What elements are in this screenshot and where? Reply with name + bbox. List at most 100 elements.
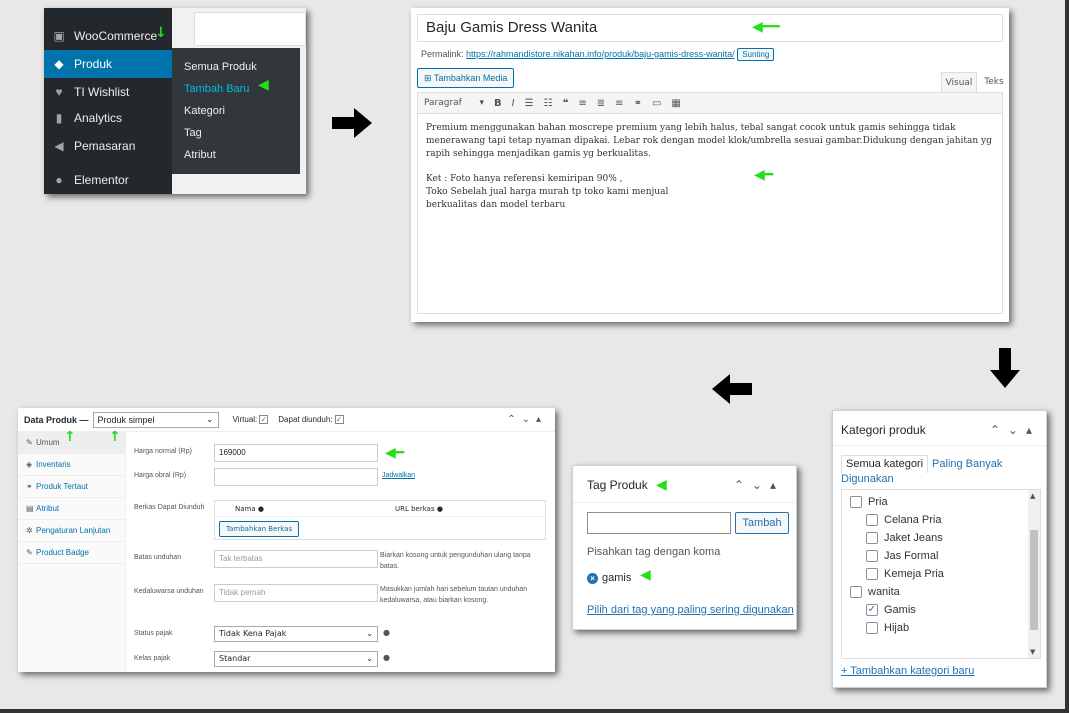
wrench-icon: ✎ (26, 548, 33, 557)
chevron-down-icon: ⌄ (205, 414, 214, 424)
help-icon: ● (257, 504, 264, 513)
tax-class-select[interactable]: Standar ⌄ (214, 651, 378, 667)
product-title-input[interactable]: Baju Gamis Dress Wanita (417, 14, 1003, 42)
category-item[interactable]: Kemeja Pria (866, 568, 944, 580)
menu-pemasaran[interactable]: ◀ Pemasaran (44, 132, 172, 160)
green-arrow-left-icon: ◀━ (754, 167, 774, 183)
editor-content[interactable]: Premium menggunakan bahan moscrepe premi… (417, 114, 1003, 314)
align-center-icon[interactable]: ≣ (597, 98, 605, 109)
submenu-tambah-baru[interactable]: Tambah Baru (172, 78, 300, 100)
tab-produk-tertaut[interactable]: ⚭ Produk Tertaut (18, 476, 125, 498)
blockquote-icon[interactable]: ❝ (563, 98, 569, 109)
category-checkbox[interactable] (866, 622, 878, 634)
tax-status-select[interactable]: Tidak Kena Pajak ⌄ (214, 626, 378, 642)
edit-permalink-button[interactable]: Sunting (737, 48, 775, 61)
downloadable-files-table: Nama ● URL berkas ● Tambahkan Berkas (214, 500, 546, 540)
tab-text[interactable]: Teks (981, 72, 1007, 92)
categories-title: Kategori produk (841, 423, 926, 437)
tab-visual[interactable]: Visual (941, 72, 977, 92)
category-checkbox[interactable]: ✓ (866, 604, 878, 616)
downloadable-checkbox[interactable]: ✓ (334, 415, 344, 424)
category-item[interactable]: wanita (850, 586, 900, 598)
category-item[interactable]: Pria (850, 496, 888, 508)
tab-pengaturan-lanjutan[interactable]: ✲ Pengaturan Lanjutan (18, 520, 125, 542)
menu-ti-wishlist[interactable]: ♥ TI Wishlist (44, 78, 172, 106)
tag-input[interactable] (587, 512, 731, 534)
bar-chart-icon: ▮ (55, 111, 63, 125)
category-item[interactable]: ✓ Gamis (866, 604, 916, 616)
megaphone-icon: ◀ (54, 139, 64, 153)
tag-item: × gamis (587, 572, 631, 584)
format-select[interactable]: Paragraf ▾ (424, 98, 484, 108)
category-checkbox[interactable] (850, 496, 862, 508)
tab-all-categories[interactable]: Semua kategori (841, 455, 929, 473)
submenu-kategori[interactable]: Kategori (172, 100, 300, 122)
arrow-down-icon (990, 348, 1020, 388)
submenu-atribut[interactable]: Atribut (172, 144, 300, 166)
sale-price-input[interactable] (214, 468, 378, 486)
scrollbar[interactable]: ▲ ▼ (1028, 490, 1040, 658)
bullet-list-icon[interactable]: ☰ (525, 98, 534, 109)
heart-icon: ♥ (55, 85, 63, 99)
category-item[interactable]: Jas Formal (866, 550, 938, 562)
list-icon: ▤ (26, 504, 34, 513)
tags-title: Tag Produk (587, 478, 648, 492)
link-icon: ⚭ (26, 482, 33, 491)
category-checkbox[interactable] (866, 532, 878, 544)
italic-icon[interactable]: I (512, 98, 515, 109)
help-icon: ● (383, 628, 390, 637)
toolbar-toggle-icon[interactable]: ▦ (671, 98, 680, 109)
category-item[interactable]: Jaket Jeans (866, 532, 943, 544)
scroll-down-icon[interactable]: ▼ (1030, 648, 1035, 656)
panel-tools[interactable]: ⌃⌄▴ (734, 478, 784, 492)
regular-price-input[interactable]: 169000 (214, 444, 378, 462)
download-limit-input[interactable]: Tak terbatas (214, 550, 378, 568)
bold-icon[interactable]: B (494, 98, 502, 109)
product-type-select[interactable]: Produk simpel ⌄ (92, 411, 219, 428)
permalink-link[interactable]: https://rahmandistore.nikahan.info/produ… (466, 49, 735, 59)
chevron-down-icon: ⌄ (366, 629, 373, 638)
green-arrow-up-icon: ↑ (64, 429, 76, 445)
download-expiry-input[interactable]: Tidak pernah (214, 584, 378, 602)
numbered-list-icon[interactable]: ☷ (544, 98, 553, 109)
submenu-tag[interactable]: Tag (172, 122, 300, 144)
editor-toolbar: Paragraf ▾ B I ☰ ☷ ❝ ≡ ≣ ≡ ⚭ ▭ ▦ (417, 92, 1003, 114)
link-icon[interactable]: ⚭ (634, 98, 642, 109)
add-file-button[interactable]: Tambahkan Berkas (219, 521, 300, 537)
align-left-icon[interactable]: ≡ (578, 98, 586, 109)
gear-icon: ✲ (26, 526, 33, 535)
product-data-panel: Data Produk — Produk simpel ⌄ Virtual: ✓ D… (18, 408, 555, 672)
panel-tools[interactable]: ⌃⌄▴ (990, 423, 1040, 437)
submenu-semua-produk[interactable]: Semua Produk (172, 56, 300, 78)
add-category-link[interactable]: + Tambahkan kategori baru (841, 665, 974, 677)
menu-produk[interactable]: ◆ Produk (44, 50, 172, 78)
woo-icon: ▣ (53, 29, 65, 43)
add-media-button[interactable]: ⊞ Tambahkan Media (417, 68, 515, 88)
menu-elementor[interactable]: ● Elementor (44, 166, 172, 194)
category-checkbox[interactable] (866, 568, 878, 580)
choose-popular-tags-link[interactable]: Pilih dari tag yang paling sering diguna… (587, 604, 794, 616)
elementor-icon: ● (55, 173, 63, 187)
menu-woocommerce[interactable]: ▣ WooCommerce (44, 22, 172, 50)
scroll-up-icon[interactable]: ▲ (1030, 492, 1035, 500)
help-icon: ● (436, 504, 443, 513)
virtual-checkbox[interactable]: ✓ (259, 415, 269, 424)
product-data-tabs: ✎ Umum ◈ Inventaris ⚭ Produk Tertaut ▤ Atrib… (18, 432, 126, 672)
category-checkbox[interactable] (850, 586, 862, 598)
tab-inventaris[interactable]: ◈ Inventaris (18, 454, 125, 476)
category-item[interactable]: Celana Pria (866, 514, 941, 526)
tab-atribut[interactable]: ▤ Atribut (18, 498, 125, 520)
align-right-icon[interactable]: ≡ (615, 98, 623, 109)
wrench-icon: ✎ (26, 438, 33, 447)
product-tags-panel: Tag Produk ⌃⌄▴ Tambah Pisahkan tag denga… (572, 465, 797, 630)
category-checkbox[interactable] (866, 514, 878, 526)
remove-tag-icon[interactable]: × (587, 572, 598, 584)
schedule-link[interactable]: Jadwalkan (382, 472, 415, 479)
read-more-icon[interactable]: ▭ (652, 98, 661, 109)
tab-product-badge[interactable]: ✎ Product Badge (18, 542, 125, 564)
add-tag-button[interactable]: Tambah (735, 512, 789, 534)
category-item[interactable]: Hijab (866, 622, 909, 634)
category-checkbox[interactable] (866, 550, 878, 562)
panel-tools[interactable]: ⌃⌄▴ (507, 414, 547, 425)
menu-analytics[interactable]: ▮ Analytics (44, 104, 172, 132)
